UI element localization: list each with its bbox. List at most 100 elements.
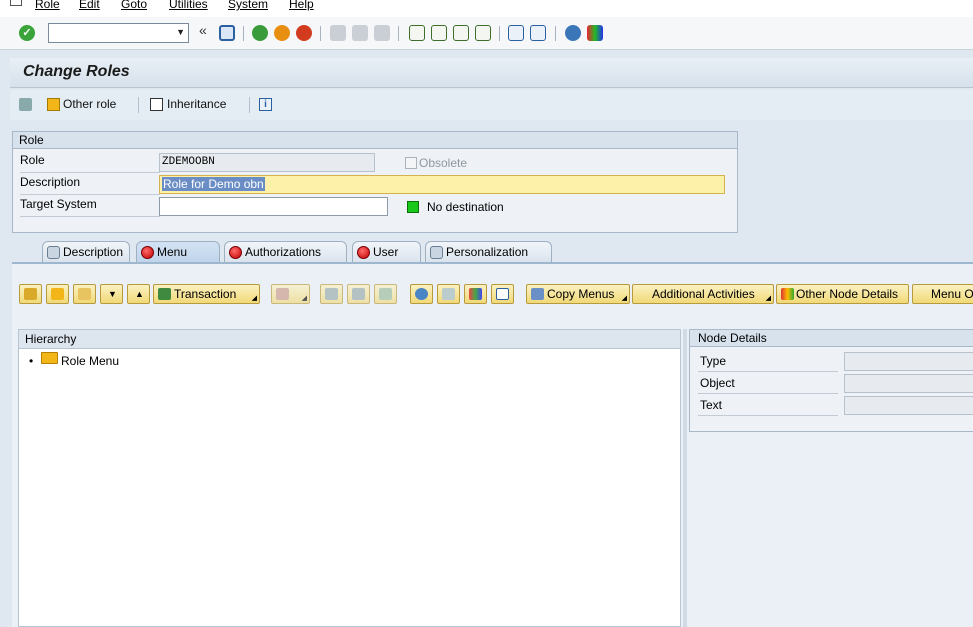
menu-system[interactable]: System <box>228 0 268 11</box>
print-icon[interactable] <box>330 25 346 41</box>
tab-strip: Description Menu Authorizations User Per… <box>12 241 973 264</box>
dropdown-arrow-icon: ◢ <box>765 295 771 302</box>
chevron-down-icon[interactable]: ▼ <box>176 27 185 37</box>
find-next-button[interactable] <box>347 284 370 304</box>
tab-personalization-label: Personalization <box>446 245 529 259</box>
other-node-details-button[interactable]: Other Node Details <box>776 284 909 304</box>
expand-node-button[interactable] <box>19 284 42 304</box>
collapse-command-icon[interactable]: « <box>199 22 207 38</box>
separator <box>243 26 244 41</box>
next-page-icon[interactable] <box>453 25 469 41</box>
description-icon <box>47 246 60 259</box>
create-folder-button[interactable] <box>46 284 69 304</box>
find-next-icon[interactable] <box>374 25 390 41</box>
other-role-button[interactable]: Other role <box>63 97 116 111</box>
new-session-icon[interactable] <box>508 25 524 41</box>
shortcut-icon[interactable] <box>530 25 546 41</box>
help-icon[interactable] <box>565 25 581 41</box>
menu-goto[interactable]: Goto <box>121 0 147 11</box>
inheritance-icon[interactable] <box>150 98 163 111</box>
other-role-icon[interactable] <box>47 98 60 111</box>
inheritance-button[interactable]: Inheritance <box>167 97 226 111</box>
chart-button[interactable] <box>464 284 487 304</box>
target-system-label: Target System <box>20 197 160 217</box>
copy-menus-icon <box>531 288 544 300</box>
move-down-button[interactable]: ▼ <box>100 284 123 304</box>
role-group: Role Role ZDEMOOBN Obsolete Description … <box>12 131 738 233</box>
zoom-icon <box>415 288 428 300</box>
back-icon[interactable] <box>252 25 268 41</box>
tab-user[interactable]: User <box>352 241 421 263</box>
object-label: Object <box>698 373 838 394</box>
dropdown-arrow-icon: ◢ <box>621 295 627 302</box>
separator <box>138 97 139 113</box>
tab-authorizations[interactable]: Authorizations <box>224 241 347 263</box>
separator <box>249 97 250 113</box>
object-field[interactable] <box>844 374 973 393</box>
red-status-icon <box>229 246 242 259</box>
layout-icon[interactable] <box>587 25 603 41</box>
menu-role[interactable]: Role <box>35 0 60 11</box>
menu-options-button[interactable]: Menu O <box>912 284 973 304</box>
panel-splitter[interactable] <box>683 329 687 627</box>
text-field[interactable] <box>844 396 973 415</box>
exit-icon[interactable] <box>274 25 290 41</box>
prev-page-icon[interactable] <box>431 25 447 41</box>
menu-help[interactable]: Help <box>289 0 314 11</box>
copy-menus-button[interactable]: Copy Menus ◢ <box>526 284 630 304</box>
destination-status-text: No destination <box>427 200 504 214</box>
find-button[interactable] <box>320 284 343 304</box>
folder-icon <box>41 352 58 364</box>
other-node-details-label: Other Node Details <box>796 287 899 301</box>
description-value: Role for Demo obn <box>162 177 265 191</box>
tab-menu[interactable]: Menu <box>136 241 220 264</box>
node-details-icon <box>781 288 794 300</box>
collapse-icon <box>379 288 392 300</box>
personalization-icon <box>430 246 443 259</box>
obsolete-label: Obsolete <box>419 156 468 170</box>
tab-description[interactable]: Description <box>42 241 130 263</box>
save-icon[interactable] <box>219 25 235 41</box>
chart-icon <box>469 288 482 300</box>
cancel-icon[interactable] <box>296 25 312 41</box>
find-next-icon <box>352 288 365 300</box>
obsolete-checkbox[interactable] <box>405 157 417 169</box>
destination-status-icon <box>407 201 419 213</box>
tab-authorizations-label: Authorizations <box>245 245 322 259</box>
type-label: Type <box>698 351 838 372</box>
type-field[interactable] <box>844 352 973 371</box>
role-field[interactable]: ZDEMOOBN <box>159 153 375 172</box>
additional-activities-label: Additional Activities <box>652 287 755 301</box>
delete-nodes-button[interactable]: ◢ <box>271 284 310 304</box>
last-page-icon[interactable] <box>475 25 491 41</box>
tree-node-role-menu[interactable]: Role Menu <box>61 354 119 368</box>
copy-menus-label: Copy Menus <box>547 287 615 301</box>
move-up-button[interactable]: ▲ <box>127 284 150 304</box>
ok-icon[interactable]: ✓ <box>19 25 35 41</box>
title-bar: Change Roles <box>10 58 973 88</box>
command-field[interactable]: ▼ <box>48 23 189 43</box>
target-system-field[interactable] <box>159 197 388 216</box>
tab-personalization[interactable]: Personalization <box>425 241 552 263</box>
menu-edit[interactable]: Edit <box>79 0 100 11</box>
triangle-up-icon: ▲ <box>135 289 144 299</box>
transaction-button[interactable]: Transaction ◢ <box>153 284 260 304</box>
description-field[interactable]: Role for Demo obn <box>159 175 725 194</box>
additional-activities-button[interactable]: Additional Activities ◢ <box>632 284 774 304</box>
info-button[interactable] <box>491 284 514 304</box>
delete-icon <box>276 288 289 300</box>
text-label: Text <box>698 395 838 416</box>
first-page-icon[interactable] <box>409 25 425 41</box>
info-icon[interactable]: i <box>259 98 272 111</box>
zoom-button[interactable] <box>410 284 433 304</box>
menu-bar: Role Edit Goto Utilities System Help <box>0 0 973 17</box>
find-icon[interactable] <box>352 25 368 41</box>
print-button[interactable] <box>437 284 460 304</box>
collapse-button[interactable] <box>374 284 397 304</box>
change-node-button[interactable] <box>73 284 96 304</box>
app-window-icon[interactable] <box>10 0 22 6</box>
display-change-icon[interactable] <box>19 98 32 111</box>
separator <box>398 26 399 41</box>
menu-utilities[interactable]: Utilities <box>169 0 208 11</box>
menu-options-label: Menu O <box>931 287 973 301</box>
